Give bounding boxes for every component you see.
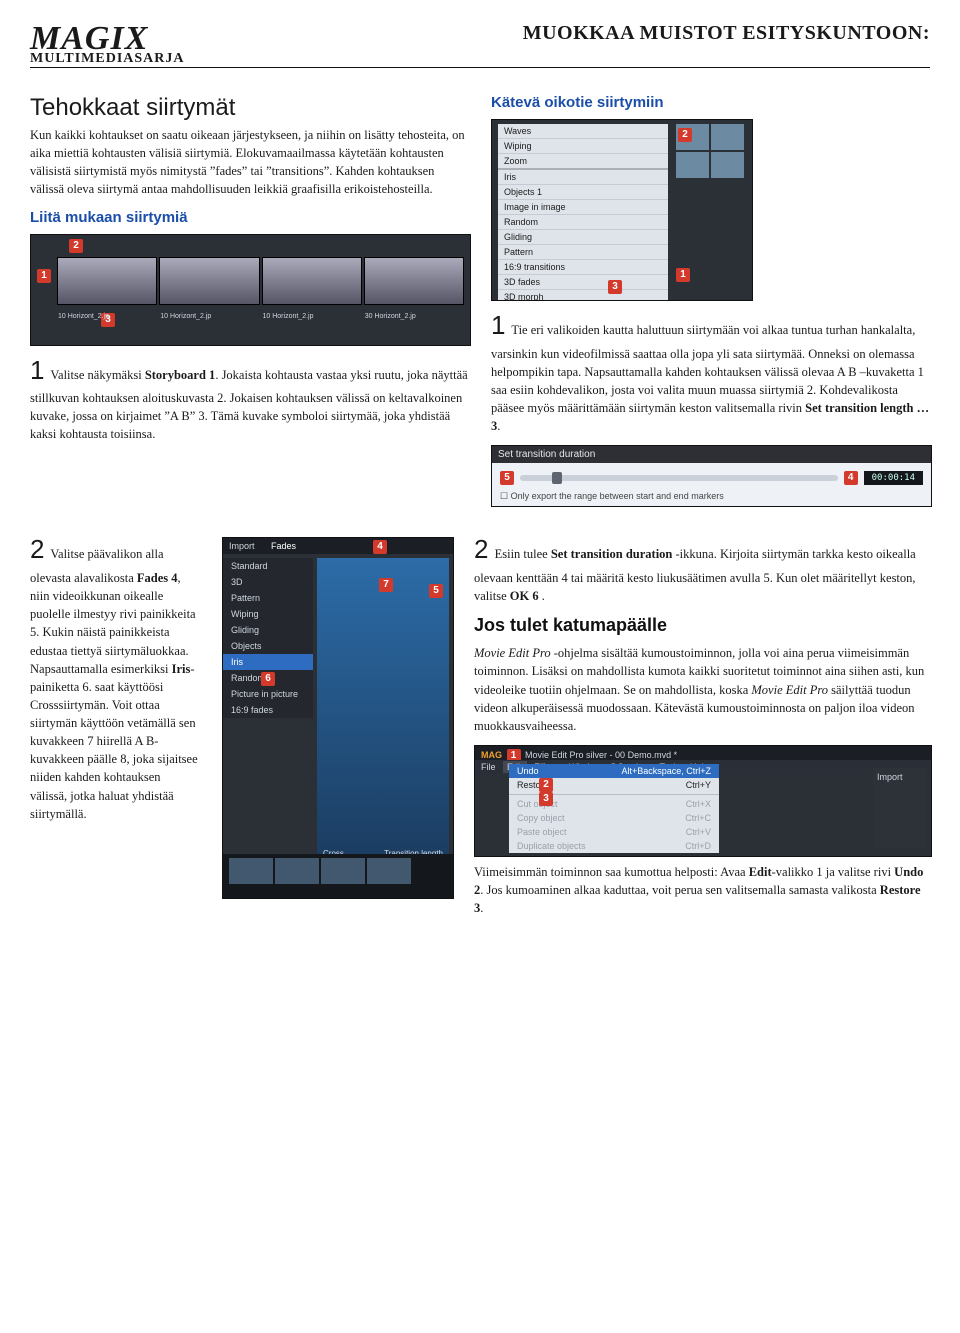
step-number-1: 1 bbox=[491, 310, 505, 340]
subhead-attach-transitions: Liitä mukaan siirtymiä bbox=[30, 209, 469, 226]
lower-right-col: 2 Esiin tulee Set transition duration -i… bbox=[474, 531, 930, 927]
header-rule bbox=[30, 67, 930, 68]
undo-paragraph: Movie Edit Pro -ohjelma sisältää kumoust… bbox=[474, 644, 930, 735]
storyboard-clip: 10 Horizont_2.jp bbox=[57, 257, 157, 305]
transition-preview-area: Cross Transition length bbox=[317, 558, 449, 862]
menu-item: 3D morph bbox=[498, 290, 668, 301]
menu-item: Wiping bbox=[498, 139, 668, 154]
step-number-2: 2 bbox=[30, 534, 44, 564]
fade-cat: Standard bbox=[223, 558, 313, 574]
fades-category-list: Standard 3D Pattern Wiping Gliding Objec… bbox=[223, 558, 313, 718]
timeline-thumb bbox=[367, 858, 411, 884]
fades-panel-screenshot: Import Fades 4 Standard 3D Pattern Wipin… bbox=[222, 537, 454, 899]
duration-slider[interactable] bbox=[520, 475, 838, 481]
fade-cat: 16:9 fades bbox=[223, 702, 313, 718]
marker-4: 4 bbox=[373, 540, 387, 554]
lower-row: 2 Valitse päävalikon alla olevasta alava… bbox=[30, 531, 930, 927]
left-step1-text: 1 Valitse näkymäksi Storyboard 1. Jokais… bbox=[30, 352, 469, 444]
right-step1-text: 1 Tie eri valikoiden kautta haluttuun si… bbox=[491, 307, 930, 435]
subhead-shortcut: Kätevä oikotie siirtymiin bbox=[491, 94, 930, 111]
storyboard-clips-row: 10 Horizont_2.jp 10 Horizont_2.jp 10 Hor… bbox=[31, 235, 470, 311]
marker-2: 2 bbox=[678, 128, 692, 142]
marker-4: 4 bbox=[844, 471, 858, 485]
marker-1: 1 bbox=[37, 269, 51, 283]
left-column: Tehokkaat siirtymät Kun kaikki kohtaukse… bbox=[30, 94, 469, 513]
fade-cat: Wiping bbox=[223, 606, 313, 622]
marker-1: 1 bbox=[676, 268, 690, 282]
clip-thumb bbox=[711, 124, 744, 150]
series-label: MULTIMEDIASARJA bbox=[30, 51, 930, 67]
marker-2: 2 bbox=[69, 239, 83, 253]
timeline-thumb bbox=[321, 858, 365, 884]
storyboard-clip: 10 Horizont_2.jp bbox=[262, 257, 362, 305]
storyboard-strip bbox=[223, 854, 453, 898]
marker-3: 3 bbox=[539, 792, 553, 806]
cancel-button[interactable]: Cancel bbox=[765, 506, 826, 507]
set-transition-duration-dialog: Set transition duration 5 4 00:00:14 ☐ O… bbox=[492, 446, 931, 506]
undo-use-paragraph: Viimeisimmän toiminnon saa kumottua help… bbox=[474, 863, 930, 917]
fade-cat: Gliding bbox=[223, 622, 313, 638]
marker-5: 5 bbox=[429, 584, 443, 598]
main-title: MUOKKAA MUISTOT ESITYSKUNTOON: bbox=[30, 22, 930, 45]
clip-thumb bbox=[676, 152, 709, 178]
menu-item: Iris bbox=[498, 170, 668, 185]
context-menu-screenshot: Waves Wiping Zoom Iris Objects 1 Image i… bbox=[491, 119, 753, 301]
only-export-checkbox-label: ☐ Only export the range between start an… bbox=[500, 491, 923, 502]
article-title: Tehokkaat siirtymät bbox=[30, 94, 469, 122]
menu-item: 16:9 transitions bbox=[498, 260, 668, 275]
menu-dup: Duplicate objectsCtrl+D bbox=[509, 839, 719, 853]
edit-menu-screenshot: MAG 1 Movie Edit Pro silver - 00 Demo.mv… bbox=[474, 745, 932, 857]
timeline-thumb bbox=[229, 858, 273, 884]
step2-right-text: 2 Esiin tulee Set transition duration -i… bbox=[474, 531, 930, 605]
panel-tabs: Import Fades bbox=[223, 538, 453, 554]
fade-cat: Pattern bbox=[223, 590, 313, 606]
dialog-titlebar: Set transition duration bbox=[492, 446, 931, 463]
marker-6: 6 bbox=[597, 506, 611, 507]
marker-5: 5 bbox=[500, 471, 514, 485]
menu-item: Waves bbox=[498, 124, 668, 139]
step2-left-text: 2 Valitse päävalikon alla olevasta alava… bbox=[30, 531, 200, 822]
fade-cat: Objects bbox=[223, 638, 313, 654]
slider-knob[interactable] bbox=[552, 472, 562, 484]
menu-copy: Copy objectCtrl+C bbox=[509, 811, 719, 825]
lower-screenshot-col: Import Fades 4 Standard 3D Pattern Wipin… bbox=[222, 531, 452, 927]
marker-2: 2 bbox=[539, 778, 553, 792]
right-column: Kätevä oikotie siirtymiin Waves Wiping Z… bbox=[491, 94, 930, 513]
two-col-layout: Tehokkaat siirtymät Kun kaikki kohtaukse… bbox=[30, 94, 930, 513]
marker-6: 6 bbox=[261, 672, 275, 686]
menu-undo: UndoAlt+Backspace, Ctrl+Z bbox=[509, 764, 719, 778]
duration-time-field[interactable]: 00:00:14 bbox=[864, 471, 923, 485]
menu-item: Objects 1 bbox=[498, 185, 668, 200]
menu-item: Image in image bbox=[498, 200, 668, 215]
storyboard-clip: 30 Horizont_2.jp bbox=[364, 257, 464, 305]
clip-thumb bbox=[711, 152, 744, 178]
subhead-regret: Jos tulet katumapäälle bbox=[474, 615, 930, 636]
transition-context-menu: Waves Wiping Zoom Iris Objects 1 Image i… bbox=[498, 124, 668, 301]
apply-to-all-button[interactable]: Apply to all bbox=[676, 506, 755, 507]
fade-cat: 3D bbox=[223, 574, 313, 590]
intro-paragraph: Kun kaikki kohtaukset on saatu oikeaan j… bbox=[30, 126, 469, 199]
menu-item: Random bbox=[498, 215, 668, 230]
menu-item: 3D fades bbox=[498, 275, 668, 290]
fade-cat: Picture in picture bbox=[223, 686, 313, 702]
timeline-thumb bbox=[275, 858, 319, 884]
dialog-body: 5 4 00:00:14 ☐ Only export the range bet… bbox=[492, 463, 931, 507]
storyboard-screenshot: 2 1 3 10 Horizont_2.jp 10 Horizont_2.jp … bbox=[30, 234, 471, 346]
marker-7: 7 bbox=[379, 578, 393, 592]
set-duration-dialog-screenshot: Set transition duration 5 4 00:00:14 ☐ O… bbox=[491, 445, 932, 507]
menu-paste: Paste objectCtrl+V bbox=[509, 825, 719, 839]
step-number-2: 2 bbox=[474, 534, 488, 564]
header: MAGIX MUOKKAA MUISTOT ESITYSKUNTOON: MUL… bbox=[30, 20, 930, 68]
menu-item: Zoom bbox=[498, 154, 668, 170]
import-panel: Import bbox=[873, 768, 927, 848]
step-number-1: 1 bbox=[30, 355, 44, 385]
lower-left-text: 2 Valitse päävalikon alla olevasta alava… bbox=[30, 531, 200, 927]
ok-button[interactable]: OK bbox=[621, 506, 665, 507]
marker-3: 3 bbox=[608, 280, 622, 294]
storyboard-clip: 10 Horizont_2.jp bbox=[159, 257, 259, 305]
menu-item: Pattern bbox=[498, 245, 668, 260]
menu-item: Gliding bbox=[498, 230, 668, 245]
fade-cat-iris: Iris bbox=[223, 654, 313, 670]
